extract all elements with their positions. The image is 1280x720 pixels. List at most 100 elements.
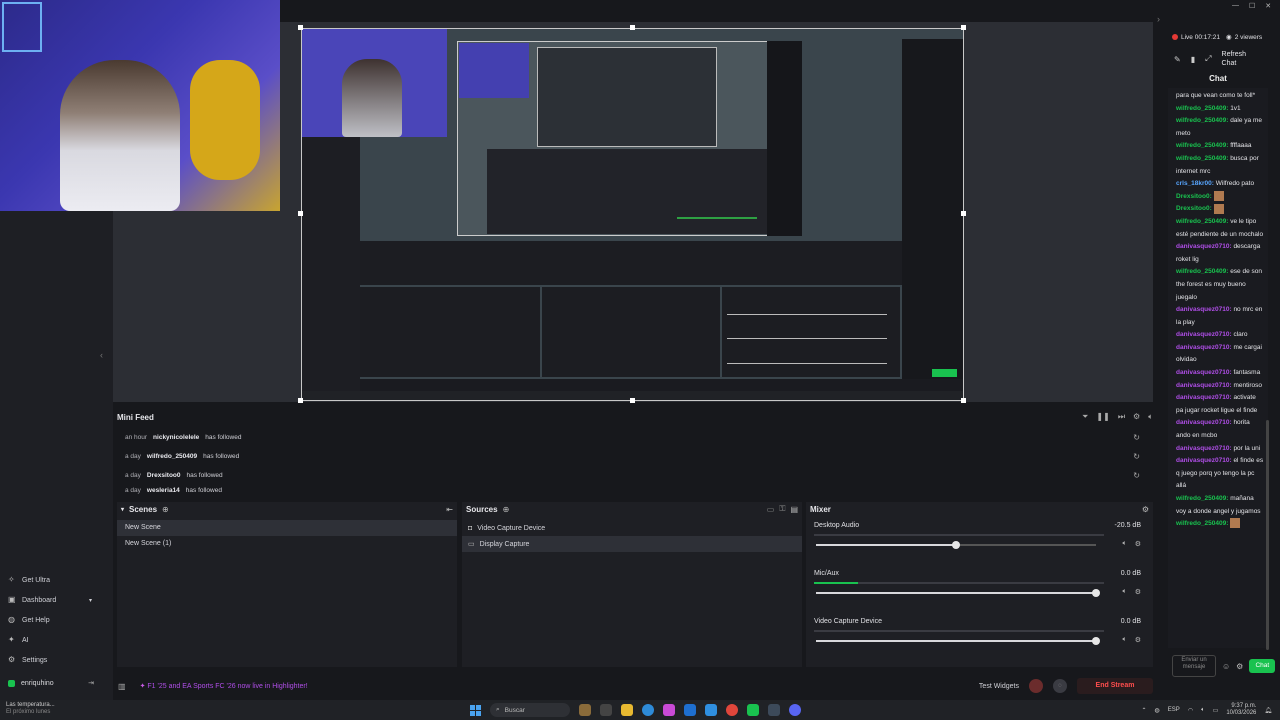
volume-slider[interactable] [816,589,1100,597]
settings-icon[interactable]: ⚙ [1133,412,1140,422]
volume-icon[interactable]: 🔈︎ [1148,412,1153,422]
chat-username[interactable]: crls_18kr00: [1176,180,1214,187]
mixer-settings-icon[interactable]: ⚙ [1142,505,1149,514]
file-explorer-icon[interactable] [621,704,633,716]
resize-handle[interactable] [298,211,303,216]
edge-icon[interactable] [642,704,654,716]
streamlabs-icon[interactable] [747,704,759,716]
refresh-chat-button[interactable]: Refresh Chat [1222,50,1247,68]
chat-username[interactable]: Drexsitoo0: [1176,193,1212,200]
language-indicator[interactable]: ESP [1168,707,1180,713]
resize-handle[interactable] [298,398,303,403]
resize-handle[interactable] [961,211,966,216]
scene-item[interactable]: New Scene [117,520,457,536]
performance-icon[interactable]: ▥ [118,682,126,691]
app-icon[interactable] [663,704,675,716]
test-widgets-button[interactable]: Test Widgets [979,683,1019,690]
bookmark-icon[interactable]: ▮ [1191,55,1195,64]
lock-icon[interactable]: ⚿ [779,504,785,514]
volume-slider[interactable] [816,541,1096,549]
sidebar-item-dashboard[interactable]: ▣ Dashboard ▾ [0,590,100,610]
notification-icon[interactable]: 🔔︎ [1264,707,1272,714]
chat-username[interactable]: wilfredo_250409: [1176,117,1228,124]
replay-icon[interactable]: ↻ [1133,433,1140,442]
user-account[interactable]: enriquhino ⇥ [0,674,100,692]
chat-username[interactable]: wilfredo_250409: [1176,218,1228,225]
folder-icon[interactable]: ▭ [767,505,775,514]
pencil-icon[interactable]: ✎ [1174,55,1181,64]
resize-handle[interactable] [630,25,635,30]
minimize-button[interactable]: — [1232,2,1239,10]
chat-username[interactable]: wilfredo_250409: [1176,142,1228,149]
speaker-icon[interactable]: 🔈︎ [1123,588,1127,596]
replay-buffer-button[interactable]: ◌ [1053,679,1067,693]
gear-icon[interactable]: ⚙ [1135,588,1141,596]
chat-send-button[interactable]: Chat [1249,659,1276,673]
resize-handle[interactable] [298,25,303,30]
store-icon[interactable] [684,704,696,716]
source-item[interactable]: ◘ Video Capture Device [462,520,802,536]
outlook-icon[interactable] [705,704,717,716]
chat-username[interactable]: wilfredo_250409: [1176,268,1228,275]
source-item[interactable]: ▭ Display Capture [462,536,802,552]
chat-username[interactable]: wilfredo_250409: [1176,155,1228,162]
chat-username[interactable]: danivasquez0710: [1176,243,1232,250]
skip-icon[interactable]: ⏭ [1118,412,1125,422]
task-view-icon[interactable] [600,704,612,716]
record-button[interactable] [1029,679,1043,693]
filter-icon[interactable]: ⏷ [1082,412,1088,422]
add-scene-icon[interactable]: ⊕ [162,505,169,514]
add-folder-icon[interactable]: ▤ [790,505,798,514]
chat-username[interactable]: Drexsitoo0: [1176,205,1212,212]
volume-knob[interactable] [1092,637,1100,645]
chat-username[interactable]: danivasquez0710: [1176,394,1232,401]
discord-icon[interactable] [789,704,801,716]
collapse-right-icon[interactable]: › [1157,14,1160,24]
add-source-icon[interactable]: ⊕ [503,505,510,514]
gear-icon[interactable]: ⚙ [1135,540,1141,548]
chat-username[interactable]: danivasquez0710: [1176,382,1232,389]
chat-username[interactable]: danivasquez0710: [1176,306,1232,313]
scene-transitions-icon[interactable]: ⇤ [446,505,453,514]
chat-username[interactable]: wilfredo_250409: [1176,495,1228,502]
chat-scrollbar[interactable] [1266,420,1269,650]
end-stream-button[interactable]: End Stream [1077,678,1153,694]
sidebar-item-ai[interactable]: ✦ AI [0,630,100,650]
popout-icon[interactable]: ⤢ [1205,54,1211,64]
replay-icon[interactable]: ↻ [1133,452,1140,461]
windows-start-icon[interactable] [470,704,481,716]
volume-knob[interactable] [952,541,960,549]
taskbar-search[interactable]: ⌕ Buscar [490,703,570,717]
sidebar-item-settings[interactable]: ⚙ Settings [0,650,100,670]
close-button[interactable]: ✕ [1265,2,1271,10]
chevron-up-icon[interactable]: ⌃ [1142,707,1147,714]
collapse-left-icon[interactable]: ‹ [100,350,103,360]
chrome-icon[interactable] [726,704,738,716]
scene-item[interactable]: New Scene (1) [117,536,457,552]
chat-username[interactable]: danivasquez0710: [1176,457,1232,464]
highlighter-promo[interactable]: ✦ F1 '25 and EA Sports FC '26 now live i… [140,682,308,690]
chat-username[interactable]: danivasquez0710: [1176,419,1232,426]
chat-username[interactable]: danivasquez0710: [1176,369,1232,376]
maximize-button[interactable]: ☐ [1249,2,1255,10]
clock[interactable]: 9:37 p.m. 10/03/2026 [1226,703,1256,717]
network-icon[interactable]: ◍ [1155,707,1160,714]
resize-handle[interactable] [961,25,966,30]
sidebar-item-get-ultra[interactable]: ✧ Get Ultra [0,570,100,590]
wifi-icon[interactable]: ◠ [1188,707,1193,714]
speaker-icon[interactable]: 🔈︎ [1123,540,1127,548]
chat-input[interactable]: Enviar un mensaje [1172,655,1216,677]
chat-list[interactable]: para que vean como te foll* wilfredo_2504… [1168,88,1268,648]
steam-icon[interactable] [768,704,780,716]
chat-username[interactable]: danivasquez0710: [1176,445,1232,452]
weather-widget[interactable]: Las temperatura... El próximo lunes [6,702,55,716]
browser-app-icon[interactable] [579,704,591,716]
chat-username[interactable]: wilfredo_250409: [1176,520,1228,527]
speaker-icon[interactable]: 🔈︎ [1123,636,1127,644]
pause-icon[interactable]: ❚❚ [1096,412,1109,422]
speaker-icon[interactable]: 🔈︎ [1201,707,1205,714]
battery-icon[interactable]: ▭ [1213,707,1219,714]
chat-username[interactable]: danivasquez0710: [1176,331,1232,338]
scene-canvas[interactable] [301,28,964,401]
volume-slider[interactable] [816,637,1100,645]
